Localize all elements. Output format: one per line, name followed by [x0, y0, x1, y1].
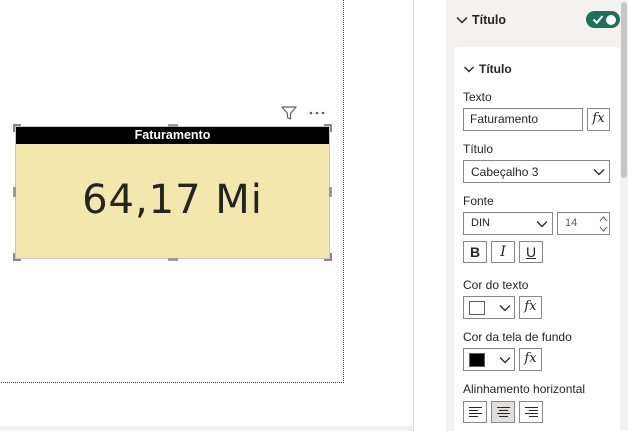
- title-settings-card: Título Texto Faturamento fx Título Cabeç…: [454, 47, 620, 431]
- chevron-down-icon: [456, 16, 468, 24]
- font-size-value: 14: [565, 217, 578, 229]
- background-color-label: Cor da tela de fundo: [463, 330, 572, 344]
- chevron-up-icon[interactable]: [599, 215, 608, 223]
- chevron-down-icon[interactable]: [599, 225, 608, 233]
- background-color-picker[interactable]: [463, 348, 515, 371]
- font-label: Fonte: [463, 194, 494, 208]
- align-right-icon: [525, 407, 538, 417]
- resize-handle-top[interactable]: [168, 124, 178, 127]
- more-options-icon[interactable]: [307, 104, 327, 122]
- chevron-down-icon: [593, 169, 605, 176]
- title-subsection-label: Título: [479, 62, 512, 76]
- align-center-icon: [497, 407, 510, 417]
- title-toggle[interactable]: [586, 11, 620, 28]
- heading-label: Título: [463, 142, 494, 156]
- text-color-fx-button[interactable]: fx: [519, 296, 542, 319]
- align-center-button[interactable]: [491, 401, 515, 423]
- pane-divider: [413, 0, 414, 431]
- resize-corner-top-left[interactable]: [13, 124, 21, 132]
- font-size-stepper[interactable]: 14: [557, 212, 610, 235]
- text-color-picker[interactable]: [463, 296, 515, 319]
- font-family-dropdown[interactable]: DIN: [463, 212, 553, 235]
- underline-button[interactable]: U: [519, 241, 543, 263]
- heading-dropdown[interactable]: Cabeçalho 3: [463, 160, 610, 183]
- texto-label: Texto: [463, 90, 492, 104]
- chevron-down-icon: [499, 305, 511, 312]
- resize-corner-bottom-left[interactable]: [13, 253, 21, 261]
- heading-dropdown-value: Cabeçalho 3: [471, 165, 539, 179]
- card-visual[interactable]: Faturamento 64,17 Mi: [13, 124, 332, 261]
- resize-corner-bottom-right[interactable]: [324, 253, 332, 261]
- toggle-knob: [606, 14, 616, 25]
- card-value: 64,17 Mi: [82, 177, 263, 223]
- report-canvas[interactable]: Faturamento 64,17 Mi: [0, 0, 414, 431]
- italic-button[interactable]: I: [491, 241, 515, 263]
- title-section-label: Título: [472, 13, 507, 27]
- card-title: Faturamento: [16, 127, 329, 144]
- font-family-value: DIN: [471, 217, 490, 229]
- resize-handle-bottom[interactable]: [168, 258, 178, 261]
- filter-icon[interactable]: [280, 104, 298, 122]
- check-icon: [592, 15, 604, 25]
- horizontal-alignment-label: Alinhamento horizontal: [463, 382, 586, 396]
- bold-button[interactable]: B: [463, 241, 487, 263]
- visual-header: [280, 104, 330, 122]
- align-left-icon: [469, 407, 482, 417]
- background-color-swatch: [469, 353, 485, 367]
- title-text-fx-button[interactable]: fx: [587, 108, 610, 131]
- resize-handle-right[interactable]: [329, 187, 332, 197]
- text-color-swatch: [469, 301, 485, 315]
- align-right-button[interactable]: [519, 401, 543, 423]
- align-left-button[interactable]: [463, 401, 487, 423]
- chevron-down-icon: [536, 221, 548, 228]
- title-text-input[interactable]: Faturamento: [463, 108, 583, 131]
- canvas-horizontal-scrollbar[interactable]: [0, 426, 414, 431]
- title-section-header[interactable]: Título: [446, 0, 620, 40]
- text-color-label: Cor do texto: [463, 278, 529, 292]
- format-pane-scroll-thumb[interactable]: [621, 2, 627, 178]
- resize-corner-top-right[interactable]: [324, 124, 332, 132]
- chevron-down-icon[interactable]: [463, 63, 475, 75]
- background-color-fx-button[interactable]: fx: [519, 348, 542, 371]
- resize-handle-left[interactable]: [13, 187, 16, 197]
- chevron-down-icon: [499, 357, 511, 364]
